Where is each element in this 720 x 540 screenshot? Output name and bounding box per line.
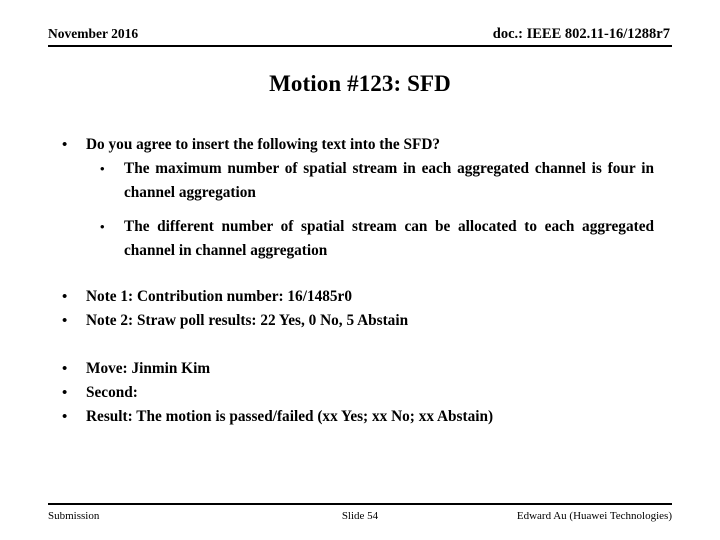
bullet-icon: • [100, 219, 105, 234]
bullet-icon: • [62, 361, 68, 377]
note-2-label: Note 2: Straw poll results: 22 Yes, 0 No… [86, 312, 409, 329]
question-block: • Do you agree to insert the following t… [56, 133, 664, 157]
bullet-icon: • [62, 313, 68, 329]
slide-footer: Submission Slide 54 Edward Au (Huawei Te… [48, 509, 672, 525]
header-row: November 2016 doc.: IEEE 802.11-16/1288r… [48, 26, 672, 42]
header-divider [48, 45, 672, 47]
motion-second-label: Second: [86, 384, 138, 401]
slide: November 2016 doc.: IEEE 802.11-16/1288r… [0, 0, 720, 540]
bullet-icon: • [62, 289, 68, 305]
footer-divider [48, 503, 672, 505]
bullet-icon: • [100, 161, 105, 176]
page-title: Motion #123: SFD [269, 71, 451, 96]
motion-move-label: Move: Jinmin Kim [86, 360, 211, 377]
motion-move: • Move: Jinmin Kim [56, 357, 664, 381]
bullet-icon: • [62, 137, 68, 153]
sub-bullet-2: • The different number of spatial stream… [56, 215, 664, 263]
footer-author: Edward Au (Huawei Technologies) [516, 510, 672, 522]
note-2: • Note 2: Straw poll results: 22 Yes, 0 … [56, 309, 664, 333]
header-document-number: doc.: IEEE 802.11-16/1288r7 [492, 26, 670, 42]
motion-second: • Second: [56, 381, 664, 405]
sub-bullet-1-label: The maximum number of spatial stream in … [124, 160, 654, 201]
sub-bullet-1: • The maximum number of spatial stream i… [56, 157, 664, 205]
bullet-icon: • [62, 409, 68, 425]
motion-result-label: Result: The motion is passed/failed (xx … [86, 408, 494, 425]
slide-body: • Do you agree to insert the following t… [56, 133, 664, 429]
note-1: • Note 1: Contribution number: 16/1485r0 [56, 285, 664, 309]
motion-result: • Result: The motion is passed/failed (x… [56, 405, 664, 429]
bullet-question-label: Do you agree to insert the following tex… [86, 136, 441, 153]
bullet-icon: • [62, 385, 68, 401]
note-1-label: Note 1: Contribution number: 16/1485r0 [86, 288, 352, 305]
header-date: November 2016 [48, 26, 139, 41]
sub-bullet-2-label: The different number of spatial stream c… [124, 218, 654, 259]
bullet-question: • Do you agree to insert the following t… [56, 133, 664, 157]
